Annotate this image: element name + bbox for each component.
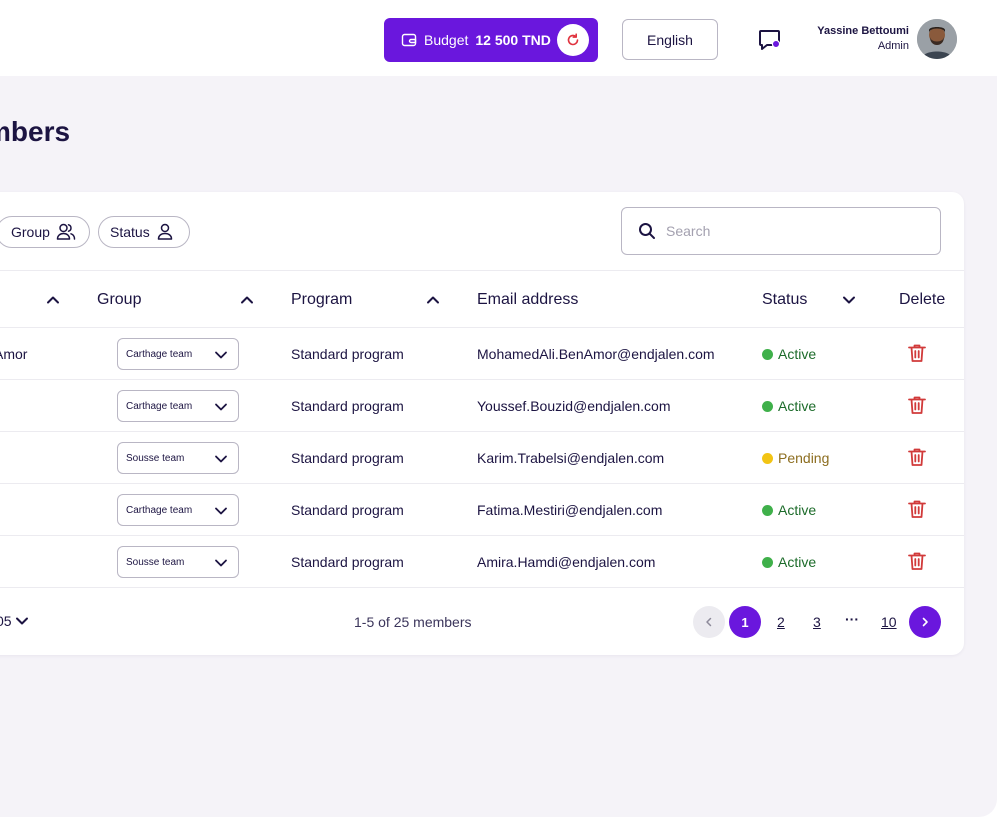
sort-status-chevron-down-icon[interactable] xyxy=(841,292,857,308)
program-cell: Standard program xyxy=(291,398,404,414)
page-title: mbers xyxy=(0,116,71,147)
group-select-value: Sousse team xyxy=(126,556,185,568)
status-dot xyxy=(762,348,773,360)
column-header-email[interactable]: Email address xyxy=(477,291,578,309)
divider xyxy=(0,483,964,484)
email-cell: Karim.Trabelsi@endjalen.com xyxy=(477,450,665,466)
refresh-budget-button[interactable] xyxy=(557,24,589,56)
trash-icon[interactable] xyxy=(906,394,928,416)
group-filter-label: Group xyxy=(11,224,50,240)
group-filter-chip[interactable]: Group xyxy=(0,216,90,248)
chevron-down-icon xyxy=(215,403,227,411)
column-header-program[interactable]: Program xyxy=(291,291,352,309)
budget-label: Budget xyxy=(424,32,469,48)
divider xyxy=(0,535,964,536)
program-cell: Standard program xyxy=(291,450,404,466)
email-cell: Youssef.Bouzid@endjalen.com xyxy=(477,398,671,414)
search-input[interactable] xyxy=(666,223,916,239)
chevron-down-icon xyxy=(215,559,227,567)
status-badge: Active xyxy=(762,346,816,362)
group-select[interactable]: Sousse team xyxy=(117,546,239,578)
group-select-value: Sousse team xyxy=(126,452,185,464)
divider xyxy=(0,587,964,588)
email-cell: Fatima.Mestiri@endjalen.com xyxy=(477,502,663,518)
group-select[interactable]: Sousse team xyxy=(117,442,239,474)
search-box[interactable] xyxy=(621,207,941,255)
search-icon xyxy=(639,223,655,239)
user-icon xyxy=(157,223,172,240)
email-cell: Amira.Hamdi@endjalen.com xyxy=(477,554,656,570)
program-cell: Standard program xyxy=(291,502,404,518)
sort-group-chevron-up-icon[interactable] xyxy=(239,292,255,308)
pagination-range: 1-5 of 25 members xyxy=(354,614,472,630)
pagination-ellipsis: ··· xyxy=(845,611,859,627)
status-badge: Pending xyxy=(762,450,829,466)
avatar[interactable] xyxy=(917,19,957,59)
user-name: Yassine Bettoumi xyxy=(817,25,909,37)
status-dot xyxy=(762,400,773,412)
chevron-down-icon xyxy=(215,351,227,359)
column-header-delete: Delete xyxy=(899,291,946,308)
divider xyxy=(0,379,964,380)
status-badge: Active xyxy=(762,502,816,518)
budget-button[interactable]: Budget 12 500 TND xyxy=(384,18,598,62)
program-cell: Standard program xyxy=(291,346,404,362)
divider xyxy=(0,327,964,328)
group-select[interactable]: Carthage team xyxy=(117,390,239,422)
status-filter-label: Status xyxy=(110,224,150,240)
group-select-value: Carthage team xyxy=(126,348,193,360)
column-header-group[interactable]: Group xyxy=(97,291,141,309)
budget-amount: 12 500 TND xyxy=(475,32,551,48)
chat-icon[interactable] xyxy=(757,27,783,53)
divider xyxy=(0,270,964,271)
trash-icon[interactable] xyxy=(906,446,928,468)
group-select[interactable]: Carthage team xyxy=(117,338,239,370)
users-icon xyxy=(56,223,76,240)
column-header-status[interactable]: Status xyxy=(762,291,807,309)
wallet-icon xyxy=(401,33,417,47)
trash-icon[interactable] xyxy=(906,550,928,572)
status-label: Active xyxy=(778,502,817,518)
chevron-left-icon xyxy=(706,617,712,627)
chevron-right-icon xyxy=(922,617,928,627)
sort-program-chevron-up-icon[interactable] xyxy=(425,292,441,308)
chevron-down-icon xyxy=(215,455,227,463)
status-dot xyxy=(762,504,773,516)
status-dot xyxy=(762,556,773,568)
program-cell: Standard program xyxy=(291,554,404,570)
trash-icon[interactable] xyxy=(906,498,928,520)
chevron-down-icon xyxy=(15,617,28,625)
language-select[interactable]: English xyxy=(622,19,718,60)
refresh-icon xyxy=(567,33,579,46)
user-role: Admin xyxy=(877,40,909,52)
rows-per-page-select[interactable]: 05 xyxy=(0,613,30,629)
trash-icon[interactable] xyxy=(906,342,928,364)
member-name: Amor xyxy=(0,346,28,362)
divider xyxy=(0,431,964,432)
status-filter-chip[interactable]: Status xyxy=(98,216,190,248)
status-label: Active xyxy=(778,398,817,414)
page-button-10[interactable]: 10 xyxy=(881,614,897,630)
avatar-image xyxy=(917,19,957,59)
status-badge: Active xyxy=(762,398,816,414)
group-select[interactable]: Carthage team xyxy=(117,494,239,526)
status-label: Active xyxy=(778,346,817,362)
group-select-value: Carthage team xyxy=(126,504,193,516)
previous-page-button[interactable] xyxy=(693,606,725,638)
status-label: Active xyxy=(778,554,817,570)
email-cell: MohamedAli.BenAmor@endjalen.com xyxy=(477,346,715,362)
sort-name-chevron-up-icon[interactable] xyxy=(45,292,61,308)
status-badge: Active xyxy=(762,554,816,570)
page-button-1[interactable]: 1 xyxy=(729,606,761,638)
members-card xyxy=(0,192,964,655)
status-label: Pending xyxy=(778,450,830,466)
page-button-2[interactable]: 2 xyxy=(777,614,785,630)
page-button-3[interactable]: 3 xyxy=(813,614,821,630)
next-page-button[interactable] xyxy=(909,606,941,638)
chevron-down-icon xyxy=(215,507,227,515)
status-dot xyxy=(762,452,773,464)
rows-per-page-value: 05 xyxy=(0,613,12,629)
group-select-value: Carthage team xyxy=(126,400,193,412)
